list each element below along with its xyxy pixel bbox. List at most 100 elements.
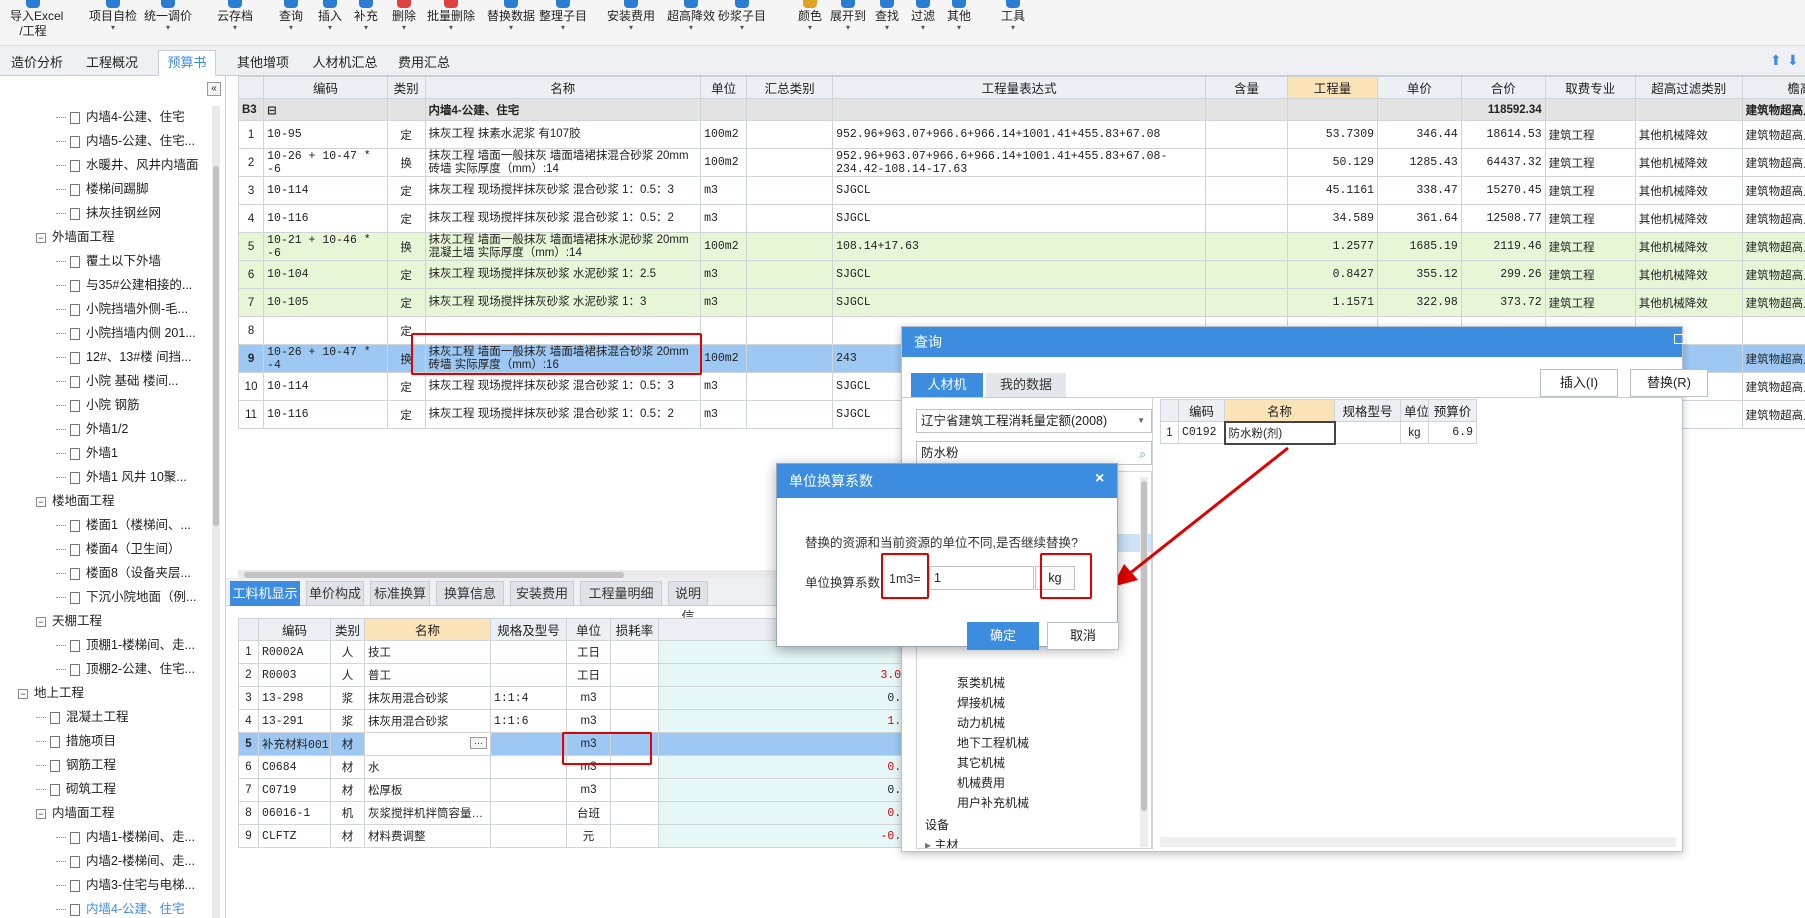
cell-名称[interactable] (424, 316, 702, 345)
detail-tab-5[interactable]: 工程量明细 (580, 581, 662, 606)
cell-名称[interactable]: 抹灰工程 墙面一般抹灰 墙面墙裙抹水泥砂浆 20mm 混凝土墙 实际厚度（mm）… (424, 232, 702, 261)
table-row[interactable]: 4 10-116 定抹灰工程 现场搅拌抹灰砂浆 混合砂浆 1：0.5：2 m3 SJGC… (238, 204, 1805, 233)
column-header[interactable]: 檐高 (1741, 76, 1805, 99)
cell-[interactable]: 11 (238, 400, 265, 429)
tree-item[interactable]: − 楼地面工程 (36, 490, 115, 512)
cell[interactable]: m3 (566, 778, 611, 802)
cell[interactable]: 技工 (364, 640, 491, 664)
cell[interactable]: C0719 (258, 778, 331, 802)
cell-汇总类别[interactable] (746, 120, 834, 149)
tree-item[interactable]: − 外墙面工程 (36, 226, 115, 248)
tree-item[interactable]: − 地上工程 (18, 682, 84, 704)
column-header[interactable]: 名称 (1224, 399, 1335, 422)
cell[interactable] (610, 663, 659, 687)
cell-单位[interactable]: 100m2 (700, 344, 748, 373)
cell-[interactable]: 1 (238, 120, 265, 149)
cell[interactable]: 0.01 (658, 778, 918, 802)
detail-tab-0[interactable]: 工料机显示 (230, 581, 300, 606)
cell-合价[interactable]: 373.72 (1460, 288, 1546, 317)
cell-檐高[interactable]: 建筑物超高人工、机 (1741, 148, 1805, 177)
tab-4[interactable]: 人材机汇总 (306, 50, 384, 76)
column-header[interactable]: 超高过滤类别 (1634, 76, 1743, 99)
cell-超高过滤类别[interactable]: 其他机械降效 (1634, 204, 1743, 233)
cell-单价[interactable]: 1685.19 (1377, 232, 1462, 261)
cell-工程量[interactable]: 45.1161 (1286, 176, 1379, 205)
cell-含量[interactable] (1205, 232, 1288, 261)
tab-0[interactable]: 造价分析 (4, 50, 70, 76)
detail-tab-2[interactable]: 标准换算 (370, 581, 430, 606)
tree-item[interactable]: 顶棚2-公建、住宅... (56, 658, 195, 680)
resource-row[interactable]: 9 CLFTZ 材材料费调整 元 -0.02 (238, 824, 918, 848)
cell[interactable]: 松厚板 (364, 778, 491, 802)
cell-单位[interactable]: m3 (700, 372, 748, 401)
cell[interactable] (610, 640, 659, 664)
cell-类别[interactable]: 换 (386, 344, 426, 373)
cell-类别[interactable]: 定 (386, 120, 426, 149)
toolbar-color-button[interactable]: 颜色 ▾ (794, 0, 826, 44)
category-item[interactable]: 地下工程机械 (957, 734, 1029, 751)
expand-icon[interactable]: ▸ (925, 838, 934, 848)
cell-合价[interactable]: 64437.32 (1460, 148, 1546, 177)
tree-item[interactable]: 小院挡墙外侧-毛... (56, 298, 188, 320)
cell-类别[interactable]: 定 (386, 316, 426, 345)
maximize-icon[interactable] (1674, 334, 1685, 344)
toolbar-organize-button[interactable]: 整理子目 ▾ (535, 0, 591, 44)
cell-单位[interactable]: 100m2 (700, 148, 748, 177)
category-item[interactable]: 机械费用 (957, 774, 1005, 791)
cell[interactable]: 1.14 (658, 709, 918, 733)
tree-item[interactable]: 钢筋工程 (36, 754, 116, 776)
toolbar-ultra-button[interactable]: 超高降效 ▾ (663, 0, 719, 44)
cell[interactable]: 4 (238, 709, 259, 733)
tree-item[interactable]: 内墙1-楼梯间、走... (56, 826, 195, 848)
resource-row[interactable]: 313-298浆抹灰用混合砂浆1:1:4m3 0.69 (238, 686, 918, 710)
tab-rencaiji[interactable]: 人材机 (911, 373, 983, 397)
tab-5[interactable]: 费用汇总 (392, 50, 456, 76)
cell[interactable]: 8 (238, 801, 259, 825)
cell[interactable]: 1:1:6 (490, 709, 567, 733)
cell-[interactable]: 7 (238, 288, 265, 317)
tree-item[interactable]: 混凝土工程 (36, 706, 129, 728)
cell-编码[interactable]: 10-104 (263, 260, 388, 289)
cell-编码[interactable]: 10-21 + 10-46 * -6 (263, 232, 388, 261)
toolbar-insert-button[interactable]: 插入 ▾ (314, 0, 346, 44)
cell-汇总类别[interactable] (746, 316, 834, 345)
cell-汇总类别[interactable] (746, 232, 834, 261)
cell-含量[interactable] (1205, 148, 1288, 177)
toolbar-batch_delete-button[interactable]: 批量删除 ▾ (423, 0, 479, 44)
cell-取费专业[interactable]: 建筑工程 (1544, 232, 1636, 261)
cell-取费专业[interactable]: 建筑工程 (1544, 204, 1636, 233)
cell-[interactable]: 9 (238, 344, 265, 373)
cell[interactable]: 工日 (566, 663, 611, 687)
resource-row[interactable]: 5补充材料001材 ··· m3 0 (238, 732, 918, 756)
column-header[interactable]: 汇总类别 (746, 76, 834, 99)
tree-item[interactable]: − 内墙面工程 (36, 802, 115, 824)
cell[interactable]: 2 (238, 663, 259, 687)
cell[interactable] (610, 755, 659, 779)
cell-工程量[interactable]: 0.8427 (1286, 260, 1379, 289)
cell-编码[interactable]: 10-116 (263, 400, 388, 429)
dataset-select[interactable]: 辽宁省建筑工程消耗量定额(2008) ▼ (916, 409, 1152, 433)
cell-超高过滤类别[interactable]: 其他机械降效 (1634, 120, 1743, 149)
cell[interactable] (490, 755, 567, 779)
cell[interactable]: 元 (566, 824, 611, 848)
down-arrow-icon[interactable]: ⬇ (1787, 52, 1799, 69)
cell-汇总类别[interactable] (746, 344, 834, 373)
cell-[interactable]: 8 (238, 316, 265, 345)
cell[interactable]: kg (1400, 421, 1429, 444)
cell-檐高[interactable]: 建筑物超高人工、机 (1741, 204, 1805, 233)
cell[interactable]: 7 (238, 778, 259, 802)
cell-工程量表达式[interactable]: 108.14+17.63 (832, 232, 1207, 261)
resource-row[interactable]: 2 R0003 人普工 工日 3.062 (238, 663, 918, 687)
cell-[interactable]: 4 (238, 204, 265, 233)
column-header[interactable]: 单位 (700, 76, 748, 99)
category-root[interactable]: 设备 (925, 816, 949, 833)
column-header[interactable]: 编码 (258, 618, 331, 641)
cell-单位[interactable]: m3 (700, 400, 748, 429)
column-header[interactable] (238, 76, 265, 99)
category-item[interactable]: 动力机械 (957, 714, 1005, 731)
column-header[interactable]: 取费专业 (1544, 76, 1636, 99)
cell[interactable]: 机 (330, 801, 365, 825)
cell-[interactable]: 2 (238, 148, 265, 177)
resource-row[interactable]: 806016-1机灰浆搅拌机拌筒容量… 台班 0.31 (238, 801, 918, 825)
toolbar-other-button[interactable]: 其他 ▾ (943, 0, 975, 44)
